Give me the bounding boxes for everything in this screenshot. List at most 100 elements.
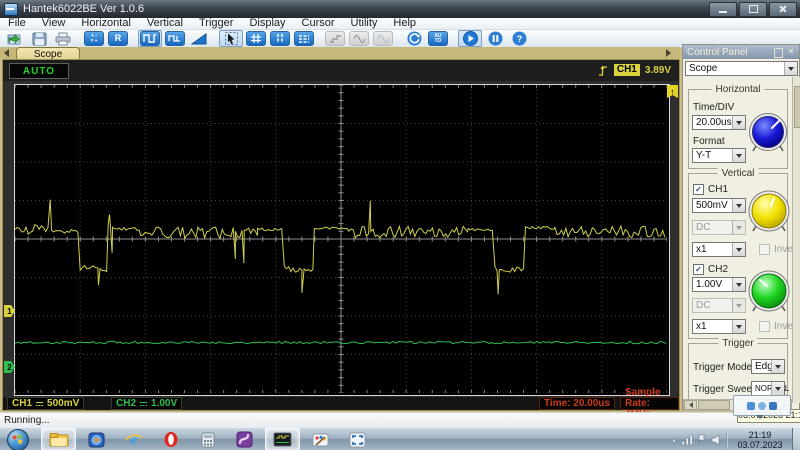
math-operations-icon: + - × ÷ (84, 31, 104, 46)
dropdown-arrow-icon (732, 243, 745, 256)
pause-button[interactable] (484, 31, 506, 46)
refresh-button[interactable] (403, 31, 425, 46)
scroll-left-button[interactable] (684, 400, 697, 410)
menu-item-cursor[interactable]: Cursor (294, 18, 343, 29)
hidden-tray-icon[interactable] (747, 401, 755, 410)
pointer-tool-button[interactable] (219, 30, 243, 47)
panel-close-icon[interactable]: ✕ (787, 48, 795, 56)
format-dropdown[interactable]: Y-T (692, 148, 746, 163)
scrollbar-thumb[interactable] (698, 400, 730, 410)
dropdown-arrow-icon (732, 116, 745, 129)
checkbox-checked-icon: ✓ (693, 264, 704, 275)
pause-icon (488, 31, 502, 46)
hidden-tray-icon[interactable] (758, 401, 766, 410)
tab-scroll-left-icon[interactable] (4, 49, 9, 57)
taskbar-paint-button[interactable] (304, 429, 337, 450)
taskbar-hantek-button[interactable] (265, 428, 300, 450)
dropdown-arrow-icon (732, 199, 745, 212)
horizontal-cursor-button[interactable] (293, 31, 315, 46)
ch2-coupling-dropdown: DC (692, 298, 746, 313)
grid-button[interactable] (245, 31, 267, 46)
menu-item-file[interactable]: File (0, 18, 34, 29)
ch2-position-knob[interactable] (746, 267, 792, 319)
popup-caret-icon (756, 415, 764, 419)
trigger-sweep-dropdown[interactable]: NORMAL (751, 381, 789, 396)
checkbox-unchecked-icon (759, 244, 770, 255)
ch1-scale-dropdown[interactable]: 500mV (692, 198, 746, 213)
calculator-icon (201, 432, 214, 447)
menu-item-display[interactable]: Display (241, 18, 293, 29)
panel-vertical-scrollbar[interactable] (792, 77, 800, 403)
application-window: Hantek6022BE Ver 1.0.6 File View Horizon… (0, 0, 800, 450)
math-button[interactable]: + - × ÷ (83, 31, 105, 46)
save-button[interactable] (28, 31, 50, 46)
open-file-icon (7, 33, 21, 44)
timebase-readout: Time: 20.00us (539, 397, 615, 410)
waveform-plot[interactable] (14, 84, 670, 396)
reference-label: R (114, 33, 122, 43)
scope-display: AUTO CH1 3.89V 1 2 ↑ CH1 500mV CH2 1.00V… (2, 59, 680, 420)
ch1-enable-checkbox[interactable]: ✓ CH1 (693, 184, 728, 195)
purple-app-icon (236, 431, 253, 448)
trigger-level-marker[interactable]: ↑ (667, 85, 678, 98)
close-icon (779, 5, 787, 13)
ramp-display-button[interactable] (188, 31, 210, 46)
panel-selector-dropdown[interactable]: Scope (685, 61, 798, 76)
trigger-mode-dropdown[interactable]: Edge (751, 359, 785, 374)
menu-item-view[interactable]: View (34, 18, 74, 29)
reference-button[interactable]: R (107, 31, 129, 46)
pin-icon[interactable] (774, 48, 783, 58)
menu-item-horizontal[interactable]: Horizontal (73, 18, 139, 29)
vertical-cursor-button[interactable] (269, 31, 291, 46)
help-icon: ? (512, 31, 526, 46)
ch2-probe-dropdown[interactable]: x1 (692, 319, 746, 334)
autoset-icon: AU TO (428, 31, 448, 46)
open-button[interactable] (4, 31, 26, 46)
square-wave-icon (140, 31, 160, 46)
start-button[interactable] (458, 30, 482, 47)
taskbar-explorer-button[interactable] (41, 428, 76, 450)
start-button[interactable] (7, 428, 29, 450)
ch1-probe-value: x1 (696, 244, 707, 255)
trigger-level-value: 3.89V (644, 64, 671, 76)
minimize-button[interactable] (709, 1, 737, 17)
tray-icons[interactable] (666, 431, 726, 449)
tab-scroll-right-icon[interactable] (666, 49, 671, 57)
tray-overflow-popup[interactable] (733, 395, 791, 416)
taskbar-ie-button[interactable]: e (117, 429, 150, 450)
ch1-scale-readout: CH1 500mV (7, 397, 85, 410)
maximize-button[interactable] (739, 1, 767, 17)
hidden-tray-icon[interactable] (769, 401, 777, 410)
ch2-enable-checkbox[interactable]: ✓ CH2 (693, 264, 728, 275)
scope-bottom-status-bar: CH1 500mV CH2 1.00V Time: 20.00us Sample… (3, 387, 679, 420)
taskbar-calculator-button[interactable] (191, 429, 224, 450)
ramp-wave-icon (191, 32, 207, 44)
scrollbar-thumb[interactable] (794, 86, 800, 128)
taskbar-purple-app-button[interactable] (228, 429, 261, 450)
print-button[interactable] (52, 31, 74, 46)
pulse-display-button[interactable] (138, 30, 162, 47)
timediv-label: Time/DIV (693, 102, 735, 113)
timediv-dropdown[interactable]: 20.00us (692, 115, 746, 130)
menu-item-vertical[interactable]: Vertical (139, 18, 191, 29)
application-status-bar: Running... (0, 412, 800, 427)
taskbar-opera-button[interactable] (154, 429, 187, 450)
menu-item-trigger[interactable]: Trigger (191, 18, 241, 29)
ch1-position-knob[interactable] (746, 187, 792, 239)
trigger-group: Trigger Trigger Mode Edge Trigger Sweep … (688, 338, 789, 403)
help-button[interactable]: ? (508, 31, 530, 46)
menu-item-utility[interactable]: Utility (343, 18, 386, 29)
trigger-source-badge: CH1 (613, 64, 640, 76)
autoset-button[interactable]: AU TO (427, 31, 449, 46)
ch1-probe-dropdown[interactable]: x1 (692, 242, 746, 257)
control-panel-caption: Control Panel ✕ (683, 45, 799, 59)
taskbar-snipping-button[interactable] (341, 429, 374, 450)
menu-item-help[interactable]: Help (385, 18, 424, 29)
timebase-knob[interactable] (747, 110, 789, 158)
ch2-scale-dropdown[interactable]: 1.00V (692, 277, 746, 292)
show-desktop-button[interactable] (792, 428, 800, 450)
pulse2-display-button[interactable] (164, 31, 186, 46)
taskbar-mediaplayer-button[interactable] (80, 429, 113, 450)
close-button[interactable] (769, 1, 797, 17)
taskbar-clock[interactable]: 21:19 03.07.2023 (728, 430, 792, 450)
